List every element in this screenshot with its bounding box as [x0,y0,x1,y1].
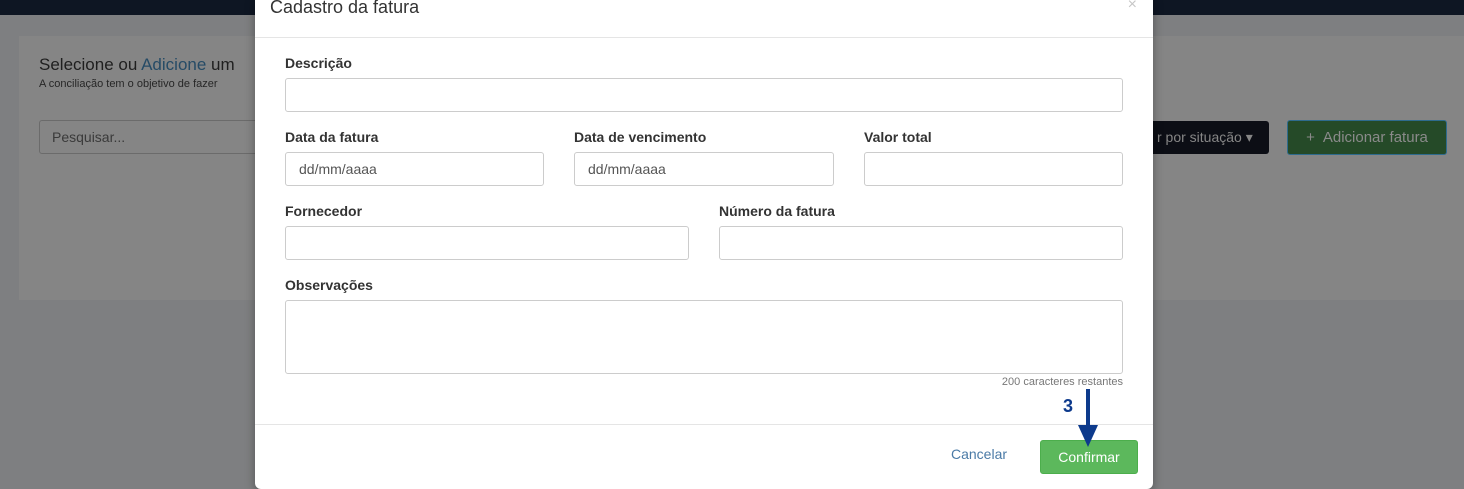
invoice-number-label: Número da fatura [719,203,835,219]
modal-header: Cadastro da fatura × [255,0,1153,38]
invoice-date-label: Data da fatura [285,129,379,145]
page-title: Selecione ou Adicione um [39,55,235,75]
modal-footer-divider [255,424,1153,425]
invoice-modal: Cadastro da fatura × Descrição Data da f… [255,0,1153,489]
down-arrow-icon [1078,389,1098,447]
filter-by-status-button[interactable]: r por situação ▾ [1140,121,1269,154]
add-link[interactable]: Adicione [141,55,206,74]
total-value-label: Valor total [864,129,932,145]
cancel-button[interactable]: Cancelar [951,446,1007,462]
total-value-input[interactable] [864,152,1123,186]
plus-icon: + [1306,129,1315,146]
description-label: Descrição [285,55,352,71]
add-invoice-label: Adicionar fatura [1322,129,1428,146]
due-date-input[interactable]: dd/mm/aaaa [574,152,834,186]
notes-label: Observações [285,277,373,293]
char-counter: 200 caracteres restantes [1001,376,1123,388]
page-subtitle: A conciliação tem o objetivo de fazer [39,78,218,90]
due-date-label: Data de vencimento [574,129,707,145]
notes-textarea[interactable] [285,300,1123,374]
supplier-input[interactable] [285,226,689,260]
description-input[interactable] [285,78,1123,112]
modal-title: Cadastro da fatura [270,0,420,17]
page-title-prefix: Selecione ou [39,55,142,74]
step-number-annotation: 3 [1063,396,1074,416]
close-icon[interactable]: × [1128,0,1137,14]
page-title-suffix: um [206,55,235,74]
invoice-number-input[interactable] [719,226,1123,260]
supplier-label: Fornecedor [285,203,363,219]
add-invoice-button[interactable]: + Adicionar fatura [1287,120,1447,155]
search-input[interactable]: Pesquisar... [39,120,269,154]
invoice-date-input[interactable]: dd/mm/aaaa [285,152,544,186]
